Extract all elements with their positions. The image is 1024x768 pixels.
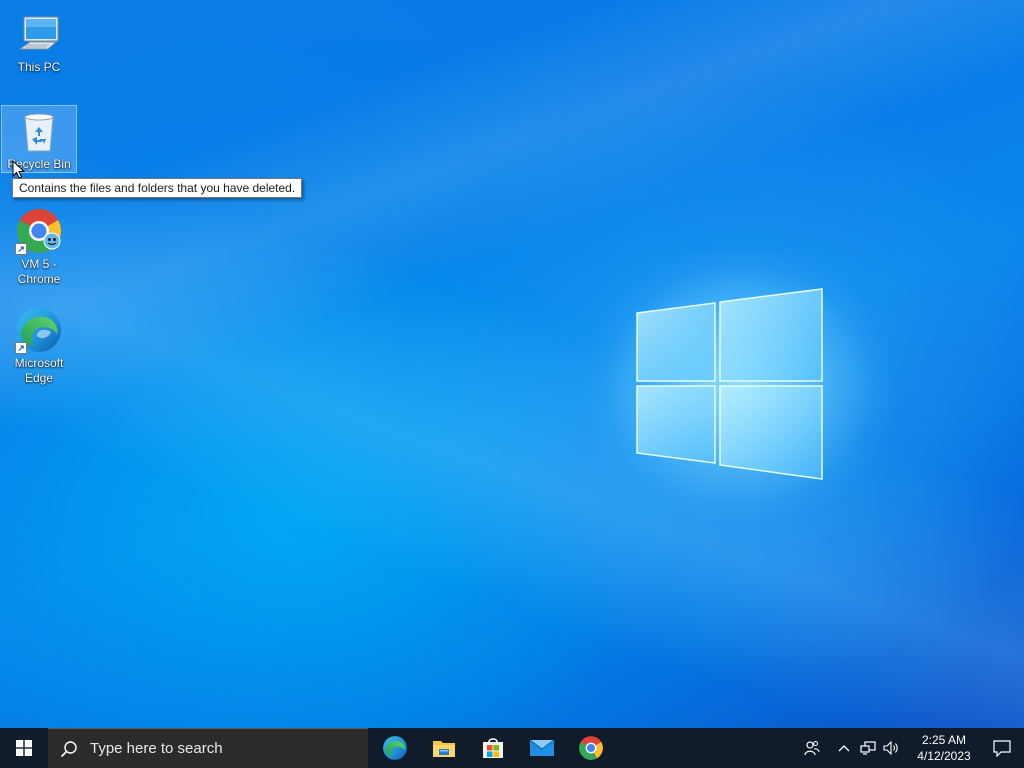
desktop-icon-this-pc[interactable]: This PC	[1, 8, 77, 75]
clock-date: 4/12/2023	[917, 749, 971, 763]
taskbar-search-box[interactable]	[48, 728, 368, 768]
taskbar-edge-button[interactable]	[370, 728, 419, 768]
taskbar-pinned-apps	[370, 728, 615, 768]
recycle-bin-tooltip: Contains the files and folders that you …	[12, 178, 303, 198]
people-icon	[804, 741, 820, 756]
chrome-icon: ↗	[13, 205, 65, 257]
volume-icon	[883, 741, 898, 755]
chrome-icon	[578, 736, 603, 760]
desktop-icon-label: VM 5 - Chrome	[17, 257, 61, 286]
recycle-bin-icon	[13, 106, 65, 157]
computer-icon	[13, 8, 65, 60]
shortcut-arrow-icon: ↗	[15, 243, 27, 255]
volume-button[interactable]	[880, 728, 904, 768]
taskbar-microsoft-store-button[interactable]	[468, 728, 517, 768]
taskbar-chrome-button[interactable]	[566, 728, 615, 768]
search-icon	[60, 740, 77, 757]
taskbar-file-explorer-button[interactable]	[419, 728, 468, 768]
desktop-icon-vm5-chrome[interactable]: ↗ VM 5 - Chrome	[1, 205, 77, 287]
taskbar: 2:25 AM 4/12/2023	[0, 728, 1024, 768]
taskbar-mail-button[interactable]	[517, 728, 566, 768]
desktop-icon-microsoft-edge[interactable]: ↗ Microsoft Edge	[1, 304, 77, 386]
clock-time: 2:25 AM	[921, 733, 967, 747]
network-icon	[860, 741, 876, 755]
edge-icon	[382, 736, 407, 760]
windows-logo-wallpaper	[636, 288, 823, 480]
notification-icon	[993, 739, 1011, 757]
desktop-icon-label: This PC	[17, 60, 61, 74]
system-tray: 2:25 AM 4/12/2023	[792, 728, 1024, 768]
mail-icon	[529, 739, 554, 756]
microsoft-store-icon	[482, 738, 503, 758]
mouse-cursor-icon	[12, 160, 26, 179]
action-center-button[interactable]	[980, 728, 1024, 768]
file-explorer-icon	[432, 741, 455, 757]
desktop-wallpaper	[0, 0, 1024, 728]
windows-start-icon	[16, 740, 32, 756]
edge-icon: ↗	[13, 304, 65, 356]
taskbar-clock[interactable]: 2:25 AM 4/12/2023	[908, 732, 980, 764]
network-button[interactable]	[856, 728, 880, 768]
chevron-up-icon	[838, 745, 850, 752]
start-button[interactable]	[0, 728, 48, 768]
show-hidden-icons-button[interactable]	[832, 728, 856, 768]
people-button[interactable]	[792, 728, 832, 768]
desktop-icon-label: Microsoft Edge	[14, 356, 64, 385]
shortcut-arrow-icon: ↗	[15, 342, 27, 354]
search-input[interactable]	[90, 740, 340, 757]
